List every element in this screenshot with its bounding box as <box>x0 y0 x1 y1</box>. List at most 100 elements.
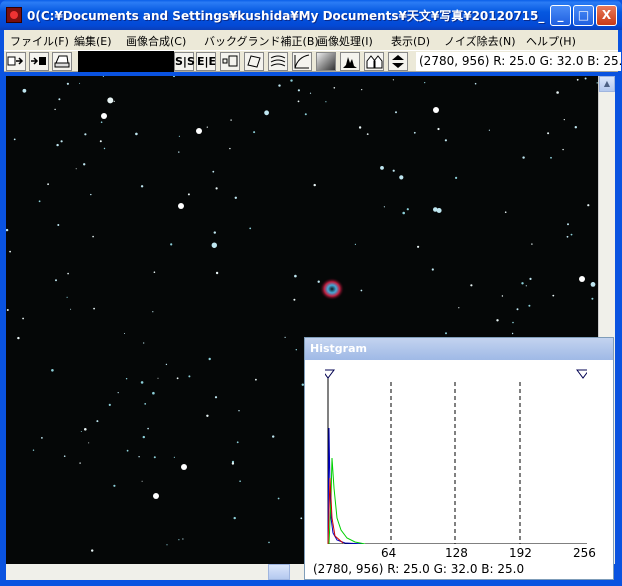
star <box>294 274 297 278</box>
star <box>208 357 211 361</box>
star <box>354 243 356 245</box>
star <box>455 176 458 179</box>
title-bar[interactable]: 0(C:¥Documents and Settings¥kushida¥My D… <box>0 0 622 30</box>
star <box>325 101 327 103</box>
star <box>178 135 180 137</box>
star <box>277 497 280 500</box>
maximize-button[interactable]: □ <box>573 5 594 26</box>
star <box>529 277 532 280</box>
star <box>444 139 447 142</box>
star <box>236 441 239 444</box>
menu-background[interactable]: バックグランド補正(B) <box>204 33 319 49</box>
star <box>67 272 69 275</box>
star <box>424 82 426 84</box>
star <box>496 319 499 322</box>
star <box>126 449 129 452</box>
star <box>172 76 176 78</box>
minimize-button[interactable]: _ <box>550 5 571 26</box>
star <box>17 336 20 340</box>
compare-tool-icon[interactable] <box>364 52 384 71</box>
star <box>75 168 77 170</box>
star <box>79 462 81 464</box>
rotate-tool-icon[interactable] <box>244 52 264 71</box>
star <box>56 143 59 147</box>
star <box>587 204 590 207</box>
histogram-title: Histgram <box>305 338 613 360</box>
star <box>239 480 241 483</box>
star <box>108 403 111 406</box>
menu-file[interactable]: ファイル(F) <box>10 33 69 49</box>
star <box>47 183 49 186</box>
star <box>511 332 514 335</box>
menu-noise[interactable]: ノイズ除去(N) <box>444 33 515 49</box>
app-window: 0(C:¥Documents and Settings¥kushida¥My D… <box>0 0 622 586</box>
scroll-up-icon[interactable]: ▲ <box>599 76 615 92</box>
star <box>213 231 216 234</box>
histogram-window[interactable]: Histgram 64 128 192 256 (2780, 956) R: 2… <box>304 337 614 580</box>
star <box>135 132 138 136</box>
star <box>102 76 104 77</box>
stepper-icon[interactable] <box>388 52 408 71</box>
star <box>333 87 336 89</box>
window-tool-icon[interactable] <box>220 52 240 71</box>
star <box>91 549 94 552</box>
star <box>124 333 125 334</box>
star <box>165 363 168 366</box>
star <box>143 342 145 344</box>
curve-tool-icon[interactable] <box>292 52 312 71</box>
save-as-icon[interactable] <box>6 52 26 71</box>
scroll-thumb[interactable] <box>268 564 290 580</box>
star <box>206 414 209 417</box>
histogram-tool-icon[interactable] <box>340 52 360 71</box>
star <box>525 285 527 287</box>
star <box>147 427 149 430</box>
star <box>392 79 394 81</box>
star <box>63 455 66 458</box>
star <box>272 435 275 438</box>
open-icon[interactable] <box>29 52 49 71</box>
star <box>552 294 555 297</box>
menu-edit[interactable]: 編集(E) <box>74 33 112 49</box>
star <box>297 89 300 92</box>
gradient-tool-icon[interactable] <box>316 52 336 71</box>
star <box>229 147 231 150</box>
app-icon[interactable] <box>6 7 22 23</box>
menu-help[interactable]: ヘルプ(H) <box>526 33 576 49</box>
star <box>501 295 504 297</box>
star <box>563 119 565 121</box>
star <box>38 200 41 203</box>
star <box>140 381 144 384</box>
star <box>512 321 514 324</box>
star <box>113 100 115 102</box>
menu-view[interactable]: 表示(D) <box>391 33 430 49</box>
star <box>212 170 215 173</box>
star <box>92 235 94 238</box>
star <box>566 235 569 238</box>
menu-image-processing[interactable]: 画像処理(I) <box>317 33 373 49</box>
star <box>178 539 180 541</box>
star <box>55 279 57 282</box>
star <box>358 126 362 129</box>
layers-tool-icon[interactable] <box>268 52 288 71</box>
star <box>309 92 312 94</box>
star <box>233 516 236 520</box>
star <box>361 89 363 91</box>
star <box>96 420 99 423</box>
star <box>153 456 156 459</box>
star <box>268 541 270 544</box>
print-icon[interactable] <box>52 52 72 71</box>
bright-star <box>196 128 202 134</box>
bright-star <box>153 493 159 499</box>
menu-compose[interactable]: 画像合成(C) <box>126 33 186 49</box>
ss-button[interactable]: S|S <box>174 52 195 71</box>
star <box>317 280 320 283</box>
star <box>170 243 173 246</box>
star <box>215 187 218 190</box>
close-button[interactable]: X <box>596 5 617 26</box>
star <box>107 97 114 104</box>
star <box>141 480 143 482</box>
toolbar-spacer <box>78 51 174 72</box>
hist-tick-256: 256 <box>573 546 596 560</box>
star <box>80 431 82 432</box>
ee-button[interactable]: E|E <box>196 52 216 71</box>
